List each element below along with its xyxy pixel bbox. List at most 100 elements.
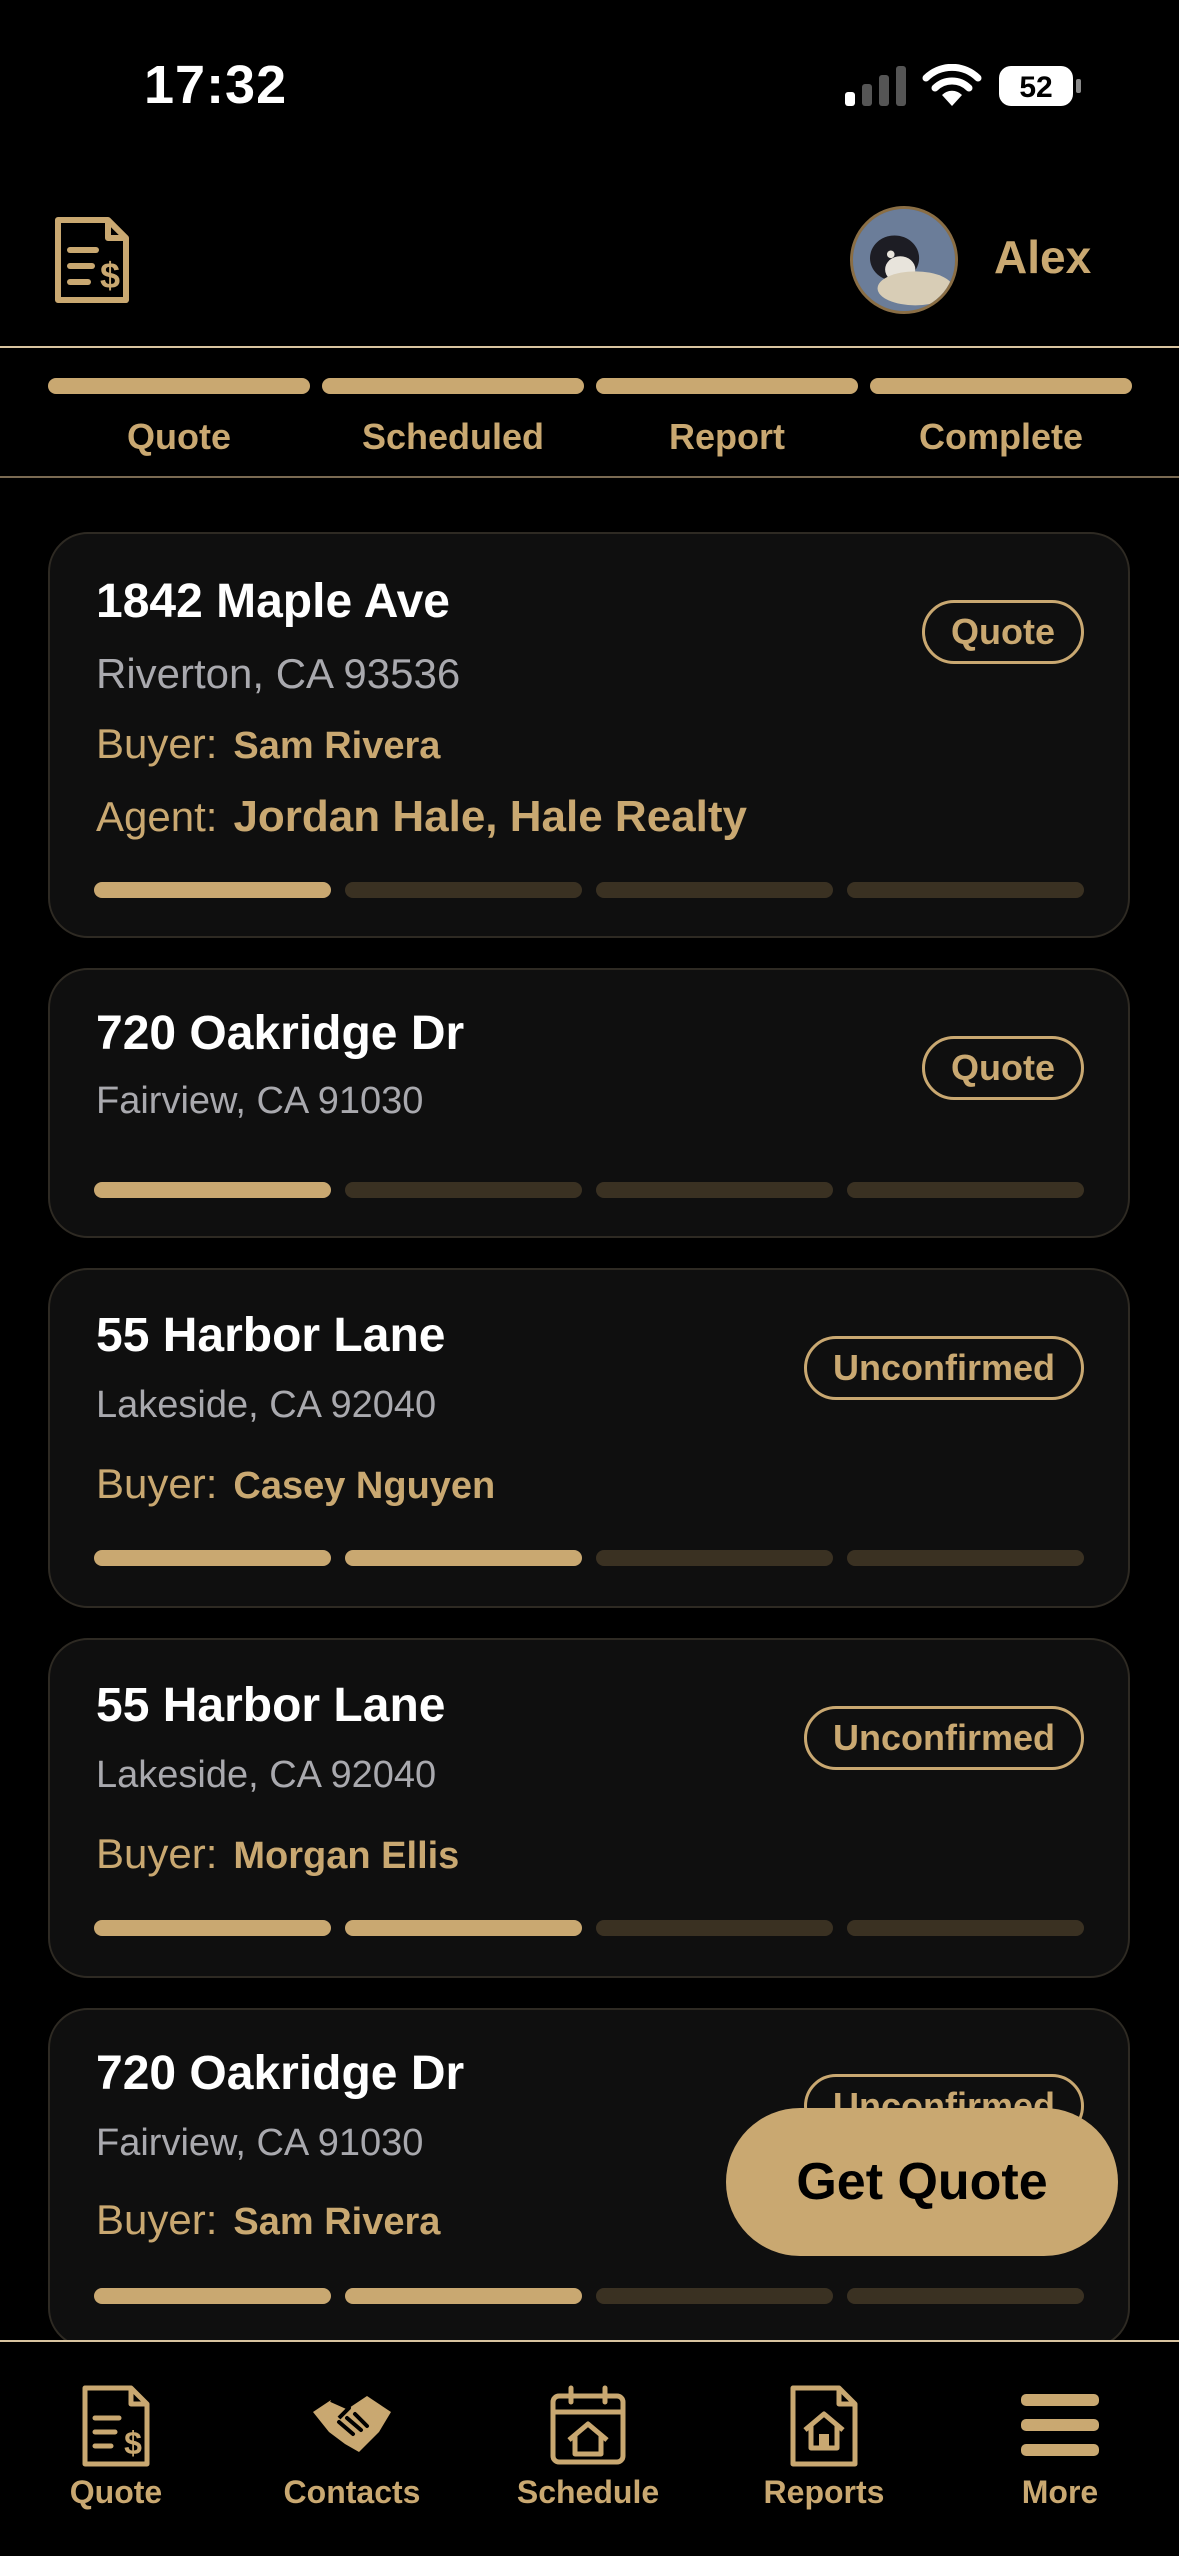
inspection-card[interactable]: 55 Harbor Lane Lakeside, CA 92040 Unconf… bbox=[48, 1638, 1130, 1978]
battery-icon: 52 bbox=[998, 64, 1082, 108]
progress-segment bbox=[345, 2288, 582, 2304]
progress-segment bbox=[847, 1550, 1084, 1566]
step-report[interactable]: Report bbox=[596, 378, 858, 458]
wifi-icon bbox=[922, 64, 982, 106]
user-name[interactable]: Alex bbox=[994, 230, 1091, 284]
status-badge: Quote bbox=[922, 600, 1084, 664]
tab-label: Quote bbox=[69, 2474, 163, 2510]
tab-quote[interactable]: $ Quote bbox=[16, 2382, 216, 2511]
step-bar bbox=[870, 378, 1132, 394]
buyer-label: Buyer: bbox=[96, 2196, 218, 2243]
bottom-tab-bar: $ Quote Contacts Schedule Reports More bbox=[0, 2340, 1179, 2556]
step-bar bbox=[596, 378, 858, 394]
card-buyer: Buyer: Morgan Ellis bbox=[96, 1830, 459, 1878]
app-header: $ Alex bbox=[0, 190, 1179, 346]
calendar-home-icon bbox=[550, 2385, 626, 2465]
invoice-icon: $ bbox=[82, 2385, 150, 2467]
progress-segment bbox=[596, 2288, 833, 2304]
inspection-card[interactable]: 720 Oakridge Dr Fairview, CA 91030 Quote bbox=[48, 968, 1130, 1238]
buyer-label: Buyer: bbox=[96, 1830, 218, 1877]
step-scheduled[interactable]: Scheduled bbox=[322, 378, 584, 458]
cellular-signal-icon bbox=[845, 66, 906, 106]
step-label: Complete bbox=[918, 416, 1084, 457]
progress-segment bbox=[847, 1182, 1084, 1198]
card-progress bbox=[94, 1550, 1084, 1566]
tab-label: More bbox=[1021, 2474, 1099, 2510]
buyer-label: Buyer: bbox=[96, 720, 218, 767]
svg-text:$: $ bbox=[100, 255, 120, 296]
avatar[interactable] bbox=[850, 206, 958, 314]
agent-name: Jordan Hale, Hale Realty bbox=[233, 792, 747, 841]
card-city: Lakeside, CA 92040 bbox=[96, 1754, 437, 1796]
tab-schedule[interactable]: Schedule bbox=[488, 2382, 688, 2511]
svg-text:$: $ bbox=[124, 2425, 142, 2461]
progress-segment bbox=[847, 1920, 1084, 1936]
buyer-name: Sam Rivera bbox=[233, 2201, 441, 2243]
status-badge: Unconfirmed bbox=[803, 1336, 1084, 1400]
card-city: Riverton, CA 93536 bbox=[96, 650, 461, 697]
card-street: 55 Harbor Lane bbox=[96, 1309, 446, 1362]
get-quote-button[interactable]: Get Quote bbox=[726, 2108, 1118, 2256]
step-quote[interactable]: Quote bbox=[48, 378, 310, 458]
buyer-name: Casey Nguyen bbox=[233, 1465, 496, 1507]
status-stepper: Quote Scheduled Report Complete bbox=[0, 346, 1179, 478]
card-street: 55 Harbor Lane bbox=[96, 1679, 446, 1732]
buyer-name: Morgan Ellis bbox=[233, 1835, 460, 1877]
agent-label: Agent: bbox=[96, 793, 218, 840]
card-progress bbox=[94, 2288, 1084, 2304]
tab-more[interactable]: More bbox=[960, 2382, 1160, 2511]
progress-segment bbox=[94, 1182, 331, 1198]
progress-segment bbox=[847, 882, 1084, 898]
progress-segment bbox=[94, 882, 331, 898]
tab-contacts[interactable]: Contacts bbox=[252, 2382, 452, 2511]
menu-icon bbox=[1021, 2394, 1099, 2456]
progress-segment bbox=[596, 882, 833, 898]
progress-segment bbox=[345, 1182, 582, 1198]
progress-segment bbox=[345, 1920, 582, 1936]
card-street: 1842 Maple Ave bbox=[96, 575, 450, 628]
tab-label: Contacts bbox=[283, 2474, 421, 2510]
card-progress bbox=[94, 1920, 1084, 1936]
progress-segment bbox=[847, 2288, 1084, 2304]
progress-segment bbox=[596, 1920, 833, 1936]
progress-segment bbox=[345, 1550, 582, 1566]
tab-reports[interactable]: Reports bbox=[724, 2382, 924, 2511]
tab-label: Schedule bbox=[516, 2474, 660, 2510]
status-badge: Unconfirmed bbox=[803, 1706, 1084, 1770]
card-buyer: Buyer: Casey Nguyen bbox=[96, 1460, 495, 1508]
card-progress bbox=[94, 1182, 1084, 1198]
buyer-label: Buyer: bbox=[96, 1460, 218, 1507]
invoice-logo-icon[interactable]: $ bbox=[52, 216, 132, 304]
step-label: Report bbox=[669, 416, 785, 457]
progress-segment bbox=[345, 882, 582, 898]
progress-segment bbox=[94, 1550, 331, 1566]
status-time: 17:32 bbox=[144, 55, 288, 115]
status-badge: Quote bbox=[922, 1036, 1084, 1100]
card-buyer: Buyer: Sam Rivera bbox=[96, 720, 440, 768]
card-street: 720 Oakridge Dr bbox=[96, 2047, 465, 2100]
progress-segment bbox=[596, 1550, 833, 1566]
buyer-name: Sam Rivera bbox=[233, 725, 441, 767]
card-city: Fairview, CA 91030 bbox=[96, 2122, 424, 2164]
step-label: Quote bbox=[127, 416, 231, 457]
step-bar bbox=[48, 378, 310, 394]
inspection-card[interactable]: 55 Harbor Lane Lakeside, CA 92040 Unconf… bbox=[48, 1268, 1130, 1608]
card-street: 720 Oakridge Dr bbox=[96, 1007, 465, 1060]
progress-segment bbox=[94, 1920, 331, 1936]
step-bar bbox=[322, 378, 584, 394]
card-buyer: Buyer: Sam Rivera bbox=[96, 2196, 440, 2244]
step-label: Scheduled bbox=[361, 416, 545, 457]
step-complete[interactable]: Complete bbox=[870, 378, 1132, 458]
progress-segment bbox=[94, 2288, 331, 2304]
inspection-list[interactable]: 1842 Maple Ave Riverton, CA 93536 Quote … bbox=[0, 530, 1179, 2340]
handshake-icon bbox=[313, 2396, 391, 2452]
card-city: Fairview, CA 91030 bbox=[96, 1080, 424, 1122]
battery-level: 52 bbox=[1019, 71, 1052, 104]
tab-label: Reports bbox=[763, 2474, 885, 2510]
card-city: Lakeside, CA 92040 bbox=[96, 1384, 437, 1426]
card-progress bbox=[94, 882, 1084, 898]
report-home-icon bbox=[790, 2385, 858, 2467]
status-bar: 17:32 52 bbox=[0, 0, 1179, 170]
card-agent: Agent: Jordan Hale, Hale Realty bbox=[96, 792, 747, 842]
inspection-card[interactable]: 1842 Maple Ave Riverton, CA 93536 Quote … bbox=[48, 532, 1130, 938]
